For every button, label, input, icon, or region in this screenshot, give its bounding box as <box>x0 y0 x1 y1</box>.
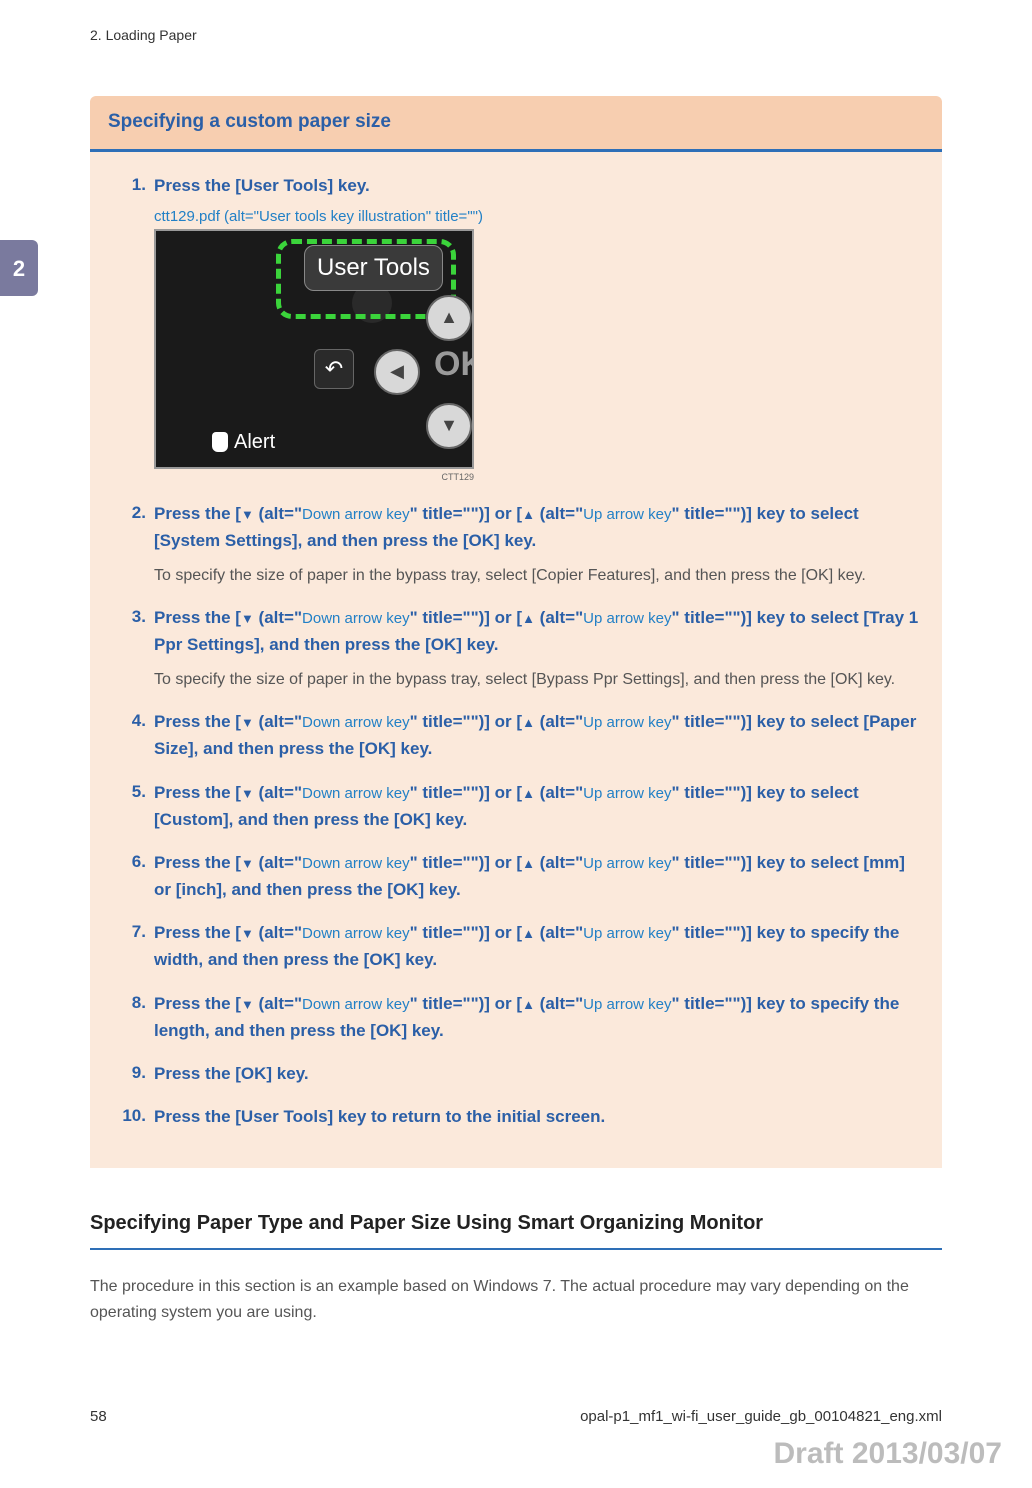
down-arrow-key-icon <box>241 608 254 627</box>
step-text: Press the [ (alt="Down arrow key" title=… <box>154 604 920 658</box>
step-text: Press the [OK] key. <box>154 1060 920 1087</box>
image-alt-text: User tools key illustration <box>259 208 426 225</box>
step-10: Press the [User Tools] key to return to … <box>112 1103 920 1130</box>
step-text: Press the [ (alt="Down arrow key" title=… <box>154 708 920 762</box>
step-note: To specify the size of paper in the bypa… <box>154 667 920 693</box>
device-illustration: User Tools ▲ ↶ ◀ OK ▼ Alert <box>154 229 474 469</box>
draft-watermark: Draft 2013/03/07 <box>774 1431 1003 1476</box>
up-arrow-button-icon: ▲ <box>426 295 472 341</box>
up-arrow-key-icon <box>522 923 535 942</box>
down-arrow-key-icon <box>241 504 254 523</box>
down-arrow-key-icon <box>241 994 254 1013</box>
alert-icon <box>212 432 228 452</box>
image-code: CTT129 <box>154 471 474 485</box>
step-5: Press the [ (alt="Down arrow key" title=… <box>112 779 920 833</box>
up-arrow-key-icon <box>522 608 535 627</box>
section-title: Specifying a custom paper size <box>90 96 942 152</box>
step-4: Press the [ (alt="Down arrow key" title=… <box>112 708 920 762</box>
back-button-icon: ↶ <box>314 349 354 389</box>
up-arrow-key-icon <box>522 853 535 872</box>
ok-label: OK <box>434 339 474 390</box>
step-1: Press the [User Tools] key. ctt129.pdf (… <box>112 172 920 485</box>
step-note: To specify the size of paper in the bypa… <box>154 563 920 589</box>
section-tab: 2 <box>0 240 38 296</box>
left-arrow-button-icon: ◀ <box>374 349 420 395</box>
image-reference-line: ctt129.pdf (alt="User tools key illustra… <box>154 205 920 229</box>
down-arrow-key-icon <box>241 923 254 942</box>
procedure-box: Specifying a custom paper size Press the… <box>90 96 942 1168</box>
step-text: Press the [User Tools] key to return to … <box>154 1103 920 1130</box>
down-arrow-key-icon <box>241 712 254 731</box>
doc-filename: opal-p1_mf1_wi-fi_user_guide_gb_00104821… <box>580 1406 942 1429</box>
alert-label: Alert <box>212 427 275 457</box>
step-text: Press the [ (alt="Down arrow key" title=… <box>154 779 920 833</box>
up-arrow-key-icon <box>522 712 535 731</box>
subsection-text: The procedure in this section is an exam… <box>90 1274 942 1325</box>
step-text: Press the [ (alt="Down arrow key" title=… <box>154 849 920 903</box>
page-footer: 58 opal-p1_mf1_wi-fi_user_guide_gb_00104… <box>90 1406 942 1429</box>
chapter-header: 2. Loading Paper <box>90 25 942 46</box>
steps-list: Press the [User Tools] key. ctt129.pdf (… <box>112 172 920 1131</box>
step-6: Press the [ (alt="Down arrow key" title=… <box>112 849 920 903</box>
step-3: Press the [ (alt="Down arrow key" title=… <box>112 604 920 692</box>
step-9: Press the [OK] key. <box>112 1060 920 1087</box>
subsection-title: Specifying Paper Type and Paper Size Usi… <box>90 1208 942 1250</box>
step-text: Press the [ (alt="Down arrow key" title=… <box>154 990 920 1044</box>
down-arrow-key-icon <box>241 853 254 872</box>
step-2: Press the [ (alt="Down arrow key" title=… <box>112 500 920 588</box>
up-arrow-key-icon <box>522 783 535 802</box>
step-text: Press the [ (alt="Down arrow key" title=… <box>154 500 920 554</box>
step-text: Press the [ (alt="Down arrow key" title=… <box>154 919 920 973</box>
up-arrow-key-icon <box>522 994 535 1013</box>
step-8: Press the [ (alt="Down arrow key" title=… <box>112 990 920 1044</box>
up-arrow-key-icon <box>522 504 535 523</box>
pdf-link[interactable]: ctt129.pdf <box>154 208 220 225</box>
down-arrow-key-icon <box>241 783 254 802</box>
step-7: Press the [ (alt="Down arrow key" title=… <box>112 919 920 973</box>
page-number: 58 <box>90 1406 107 1429</box>
down-arrow-button-icon: ▼ <box>426 403 472 449</box>
step-text: Press the [User Tools] key. <box>154 172 920 199</box>
